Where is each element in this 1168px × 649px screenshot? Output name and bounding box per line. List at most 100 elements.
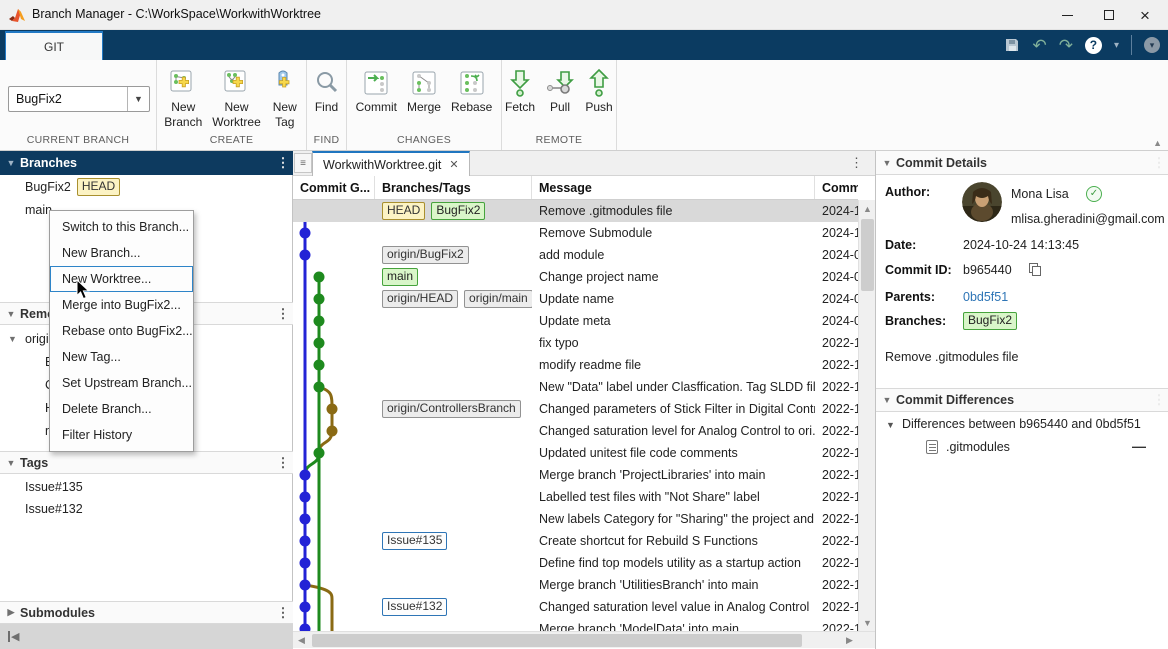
commit-row[interactable]: Issue#135Create shortcut for Rebuild S F… — [293, 530, 858, 552]
scroll-up-icon[interactable]: ▲ — [859, 200, 876, 217]
tab-close-icon[interactable]: ✕ — [449, 158, 458, 171]
branch-item-BugFix2[interactable]: BugFix2HEAD — [0, 175, 293, 198]
new-tag-button[interactable]: New Tag — [268, 64, 302, 132]
undo-icon[interactable]: ↶ — [1032, 37, 1046, 54]
commit-row[interactable]: Remove Submodule2024-1 — [293, 222, 858, 244]
menu-item[interactable]: New Tag... — [50, 344, 193, 370]
menu-item[interactable]: Set Upstream Branch... — [50, 370, 193, 396]
new-worktree-button[interactable]: New Worktree — [209, 64, 263, 132]
collapse-icon[interactable]: ▼ — [878, 158, 896, 168]
tab-bar-menu-icon[interactable]: ⋮ — [850, 155, 863, 171]
commit-row[interactable]: Labelled test files with "Not Share" lab… — [293, 486, 858, 508]
menu-item[interactable]: Switch to this Branch... — [50, 214, 193, 240]
commit-row[interactable]: origin/BugFix2add module2024-0 — [293, 244, 858, 266]
tab-git[interactable]: GIT — [5, 31, 103, 60]
submodules-panel-header[interactable]: ▶ Submodules ⋮ — [0, 601, 293, 624]
tags-panel-header[interactable]: ▼ Tags ⋮ — [0, 451, 293, 474]
commit-row[interactable]: origin/HEADorigin/mainUpdate name2024-0 — [293, 288, 858, 310]
vertical-scroll-thumb[interactable] — [861, 219, 874, 291]
save-icon[interactable] — [1004, 37, 1020, 53]
tag-item-Issue#132[interactable]: Issue#132 — [0, 497, 293, 520]
commit-row[interactable]: Changed saturation level for Analog Cont… — [293, 420, 858, 442]
dropdown-arrow-icon[interactable]: ▼ — [127, 87, 149, 111]
find-button[interactable]: Find — [310, 64, 344, 117]
window-title: Branch Manager - C:\WorkSpace\WorkwithWo… — [32, 7, 321, 21]
copy-icon[interactable] — [1029, 263, 1042, 277]
col-branches-tags[interactable]: Branches/Tags — [375, 176, 532, 199]
menu-item[interactable]: New Branch... — [50, 240, 193, 266]
horizontal-scrollbar[interactable]: ◀ ▶ — [293, 631, 875, 648]
help-icon[interactable]: ? — [1085, 37, 1102, 54]
scroll-left-icon[interactable]: ◀ — [293, 632, 310, 649]
tags-panel-menu-icon[interactable]: ⋮ — [273, 455, 293, 471]
collapse-icon[interactable]: ▼ — [2, 309, 20, 319]
commit-row[interactable]: Merge branch 'UtilitiesBranch' into main… — [293, 574, 858, 596]
current-branch-dropdown[interactable]: BugFix2 ▼ — [8, 86, 150, 112]
diff-file-name[interactable]: .gitmodules — [946, 440, 1010, 454]
badges-cell: origin/ControllersBranch — [375, 398, 532, 420]
commit-row[interactable]: fix typo2022-1 — [293, 332, 858, 354]
document-tab[interactable]: WorkwithWorktree.git ✕ — [312, 151, 470, 176]
expand-icon[interactable]: ▶ — [2, 607, 20, 618]
col-commit-graph[interactable]: Commit G... — [293, 176, 375, 199]
commit-row[interactable]: Updated unitest file code comments2022-1 — [293, 442, 858, 464]
collapse-sidebar-icon[interactable]: ◀ — [8, 630, 19, 643]
commit-row[interactable]: New labels Category for "Sharing" the pr… — [293, 508, 858, 530]
scroll-right-icon[interactable]: ▶ — [841, 632, 858, 649]
collapse-icon[interactable]: ▼ — [886, 420, 895, 430]
submodules-panel-menu-icon[interactable]: ⋮ — [273, 605, 293, 621]
col-message[interactable]: Message — [532, 176, 815, 199]
fetch-button[interactable]: Fetch — [502, 64, 538, 117]
tag-item-Issue#135[interactable]: Issue#135 — [0, 475, 293, 498]
differences-root[interactable]: Differences between b965440 and 0bd5f51 — [902, 417, 1141, 431]
commit-details-header[interactable]: ▼ Commit Details ⋮ — [876, 151, 1168, 175]
commit-row[interactable]: Update meta2024-0 — [293, 310, 858, 332]
menu-item[interactable]: Filter History — [50, 422, 193, 448]
commit-differences-header[interactable]: ▼ Commit Differences ⋮ — [876, 388, 1168, 412]
remotes-panel-menu-icon[interactable]: ⋮ — [273, 306, 293, 322]
commit-message-cell: Changed saturation level for Analog Cont… — [532, 420, 815, 442]
commit-button[interactable]: Commit — [353, 64, 400, 117]
commit-row[interactable]: New "Data" label under Clasffication. Ta… — [293, 376, 858, 398]
commit-row[interactable]: origin/ControllersBranchChanged paramete… — [293, 398, 858, 420]
group-remote: Fetch Pull Push REMOTE — [502, 60, 617, 150]
collapse-toolstrip-icon[interactable]: ▲ — [1153, 138, 1162, 148]
commit-row[interactable]: Merge branch 'ModelData' into main2022-1 — [293, 618, 858, 631]
menu-item[interactable]: Merge into BugFix2... — [50, 292, 193, 318]
tab-list-icon[interactable]: ≡ — [294, 153, 312, 173]
redo-icon[interactable]: ↷ — [1059, 37, 1073, 54]
scroll-down-icon[interactable]: ▼ — [859, 614, 876, 631]
collapse-icon[interactable]: ▼ — [2, 158, 20, 168]
menu-item[interactable]: New Worktree... — [50, 266, 193, 292]
commit-row[interactable]: Define find top models utility as a star… — [293, 552, 858, 574]
commit-details-menu-icon[interactable]: ⋮ — [1149, 155, 1168, 171]
branches-panel-header[interactable]: ▼ Branches ⋮ — [0, 151, 293, 175]
find-label: Find — [315, 100, 338, 115]
menu-item[interactable]: Rebase onto BugFix2... — [50, 318, 193, 344]
parent-commit-link[interactable]: 0bd5f51 — [963, 290, 1008, 304]
commit-differences-menu-icon[interactable]: ⋮ — [1149, 392, 1168, 408]
commit-row[interactable]: Issue#132Changed saturation level value … — [293, 596, 858, 618]
collapse-icon[interactable]: ▼ — [878, 395, 896, 405]
new-branch-button[interactable]: New Branch — [161, 64, 205, 132]
commit-row[interactable]: HEADBugFix2Remove .gitmodules file2024-1 — [293, 200, 858, 222]
help-dropdown-icon[interactable]: ▾ — [1114, 40, 1119, 51]
branches-panel-menu-icon[interactable]: ⋮ — [273, 155, 293, 171]
vertical-scrollbar[interactable]: ▲ ▼ — [858, 200, 875, 631]
pull-button[interactable]: Pull — [542, 64, 578, 117]
collapse-icon[interactable]: ▼ — [8, 334, 17, 344]
minimize-button[interactable] — [1044, 0, 1090, 30]
merge-button[interactable]: Merge — [404, 64, 444, 117]
close-button[interactable]: × — [1122, 0, 1168, 30]
commit-row[interactable]: Merge branch 'ProjectLibraries' into mai… — [293, 464, 858, 486]
commit-row[interactable]: mainChange project name2024-0 — [293, 266, 858, 288]
qat-menu-icon[interactable]: ▾ — [1144, 37, 1160, 53]
push-button[interactable]: Push — [582, 64, 616, 117]
commit-message-cell: Merge branch 'UtilitiesBranch' into main — [532, 574, 815, 596]
commit-row[interactable]: modify readme file2022-1 — [293, 354, 858, 376]
col-commit-date[interactable]: Commi — [815, 176, 858, 199]
collapse-icon[interactable]: ▼ — [2, 458, 20, 468]
horizontal-scroll-thumb[interactable] — [312, 634, 802, 647]
menu-item[interactable]: Delete Branch... — [50, 396, 193, 422]
rebase-button[interactable]: Rebase — [448, 64, 495, 117]
